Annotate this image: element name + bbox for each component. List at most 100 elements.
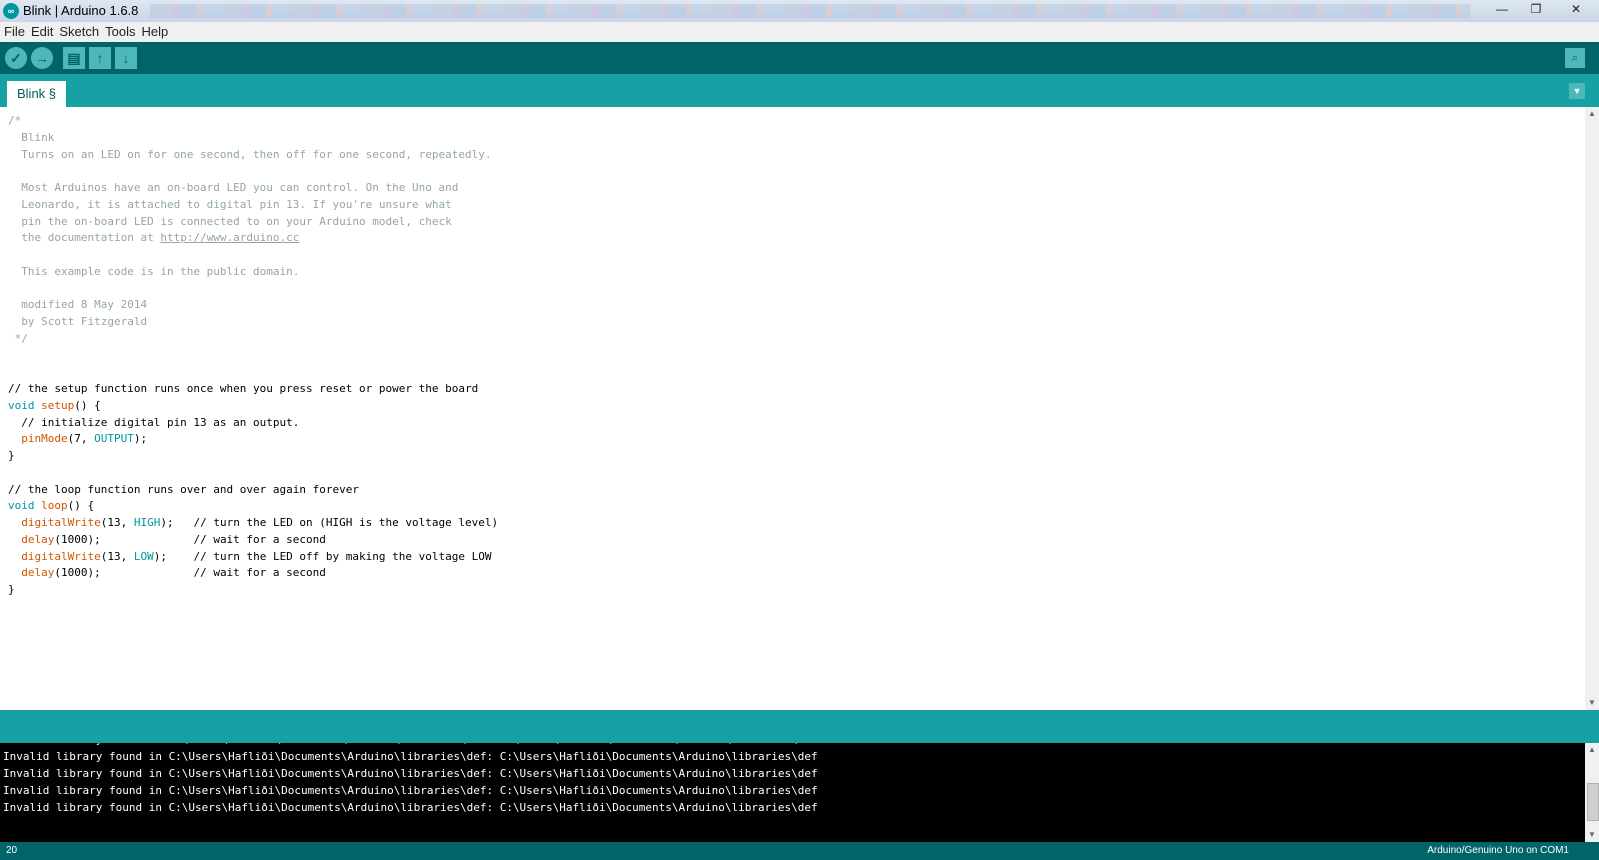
tab-blink[interactable]: Blink § [7, 81, 67, 107]
code-line[interactable]: ​ [8, 465, 498, 482]
code-line[interactable]: pinMode(7, OUTPUT); [8, 431, 498, 448]
code-token: void [8, 499, 35, 513]
code-line[interactable]: ​ [8, 364, 498, 381]
verify-icon[interactable]: ✓ [5, 47, 27, 69]
code-line[interactable]: // the loop function runs over and over … [8, 482, 498, 499]
code-line[interactable]: */ [8, 331, 498, 348]
code-line[interactable]: // initialize digital pin 13 as an outpu… [8, 415, 498, 432]
console-scrollbar[interactable]: ▲ ▼ [1585, 743, 1599, 842]
code-token: pinMode [21, 432, 68, 446]
code-token: } [8, 449, 15, 462]
taskbar-thumbnails [150, 4, 1470, 18]
code-token: LOW [133, 549, 154, 563]
code-line[interactable]: digitalWrite(13, LOW); // turn the LED o… [8, 549, 498, 566]
code-token: // the loop function runs over and over … [8, 482, 359, 496]
code-line[interactable]: delay(1000); // wait for a second [8, 565, 498, 582]
code-token: (13, [100, 516, 134, 529]
code-token: pin the on-board LED is connected to on … [8, 214, 452, 228]
code-token: () { [74, 398, 101, 412]
code-token: delay [21, 566, 55, 580]
code-line[interactable]: ​ [8, 163, 498, 180]
code-token: This example code is in the public domai… [8, 264, 300, 278]
minimize-button[interactable]: — [1485, 0, 1519, 18]
code-token: void [8, 398, 35, 412]
code-editor[interactable]: /* Blink Turns on an LED on for one seco… [0, 107, 1585, 710]
new-sketch-icon[interactable]: ▤ [63, 47, 85, 69]
arduino-icon: ∞ [3, 3, 19, 19]
upload-icon[interactable]: → [31, 47, 53, 69]
code-line[interactable]: pin the on-board LED is connected to on … [8, 214, 498, 231]
editor-console-divider[interactable] [0, 710, 1599, 743]
code-line[interactable]: digitalWrite(13, HIGH); // turn the LED … [8, 515, 498, 532]
console-lines: Invalid library found in C:\Users\Haflið… [3, 743, 818, 816]
code-token: delay [21, 532, 55, 546]
code-token: } [8, 583, 15, 596]
scroll-up-icon[interactable]: ▲ [1585, 107, 1599, 121]
menu-edit[interactable]: Edit [28, 22, 56, 39]
window-controls: — ❐ ✕ [1485, 0, 1599, 18]
code-token: ); // turn the LED on (HIGH is the volta… [160, 516, 499, 529]
close-button[interactable]: ✕ [1553, 0, 1599, 18]
code-line[interactable]: ​ [8, 348, 498, 365]
code-line[interactable]: } [8, 582, 498, 599]
scroll-down-icon[interactable]: ▼ [1585, 828, 1599, 842]
tab-menu-icon[interactable]: ▼ [1569, 83, 1585, 99]
serial-monitor-icon[interactable]: ⌕ [1565, 48, 1585, 68]
code-line[interactable]: Blink [8, 130, 498, 147]
code-token: */ [8, 331, 28, 345]
code-token: HIGH [133, 516, 161, 529]
code-line[interactable]: the documentation at http://www.arduino.… [8, 230, 498, 247]
scroll-thumb[interactable] [1587, 783, 1599, 821]
code-line[interactable]: ​ [8, 281, 498, 298]
code-line[interactable]: /* [8, 113, 498, 130]
code-token: digitalWrite [21, 549, 101, 563]
code-line[interactable]: void setup() { [8, 398, 498, 415]
menu-tools[interactable]: Tools [102, 22, 138, 39]
board-port-label: Arduino/Genuino Uno on COM1 [1427, 845, 1569, 856]
code-token: (1000); // wait for a second [54, 532, 326, 546]
code-token: (1000); // wait for a second [54, 566, 326, 580]
code-text[interactable]: /* Blink Turns on an LED on for one seco… [8, 113, 498, 599]
code-line[interactable]: ​ [8, 247, 498, 264]
menu-bar: File Edit Sketch Tools Help [0, 22, 1599, 42]
code-token: digitalWrite [21, 516, 101, 529]
code-token: modified 8 May 2014 [8, 298, 148, 312]
code-token: Leonardo, it is attached to digital pin … [8, 197, 452, 211]
code-token: /* [8, 114, 22, 127]
code-line[interactable]: This example code is in the public domai… [8, 264, 498, 281]
save-sketch-icon[interactable]: ↓ [115, 47, 137, 69]
code-line[interactable]: by Scott Fitzgerald [8, 314, 498, 331]
code-line[interactable]: Turns on an LED on for one second, then … [8, 147, 498, 164]
console-line: Invalid library found in C:\Users\Haflið… [3, 801, 818, 814]
scroll-down-icon[interactable]: ▼ [1585, 696, 1599, 710]
code-link[interactable]: http://www.arduino.cc [160, 231, 299, 244]
scroll-up-icon[interactable]: ▲ [1585, 743, 1599, 757]
code-token: OUTPUT [94, 432, 134, 446]
code-token: () { [67, 499, 95, 513]
code-line[interactable]: Most Arduinos have an on-board LED you c… [8, 180, 498, 197]
code-line[interactable]: // the setup function runs once when you… [8, 381, 498, 398]
open-sketch-icon[interactable]: ↑ [89, 47, 111, 69]
code-token: (13, [100, 549, 134, 563]
editor-scrollbar[interactable]: ▲ ▼ [1585, 107, 1599, 710]
code-token: Most Arduinos have an on-board LED you c… [8, 181, 459, 194]
line-number: 20 [6, 845, 18, 856]
code-token: by Scott Fitzgerald [8, 315, 148, 328]
code-line[interactable]: } [8, 448, 498, 465]
menu-file[interactable]: File [0, 22, 28, 39]
menu-help[interactable]: Help [138, 22, 171, 39]
code-line[interactable]: void loop() { [8, 498, 498, 515]
code-line[interactable]: Leonardo, it is attached to digital pin … [8, 197, 498, 214]
title-bar: ∞ Blink | Arduino 1.6.8 — ❐ ✕ [0, 0, 1599, 22]
restore-button[interactable]: ❐ [1519, 0, 1553, 18]
menu-sketch[interactable]: Sketch [56, 22, 102, 39]
code-line[interactable]: modified 8 May 2014 [8, 297, 498, 314]
toolbar: ✓ → ▤ ↑ ↓ ⌕ [0, 42, 1599, 74]
code-token: loop [41, 499, 68, 513]
code-token: the documentation at [8, 231, 161, 245]
code-line[interactable]: delay(1000); // wait for a second [8, 532, 498, 549]
code-token: Blink [8, 130, 55, 144]
